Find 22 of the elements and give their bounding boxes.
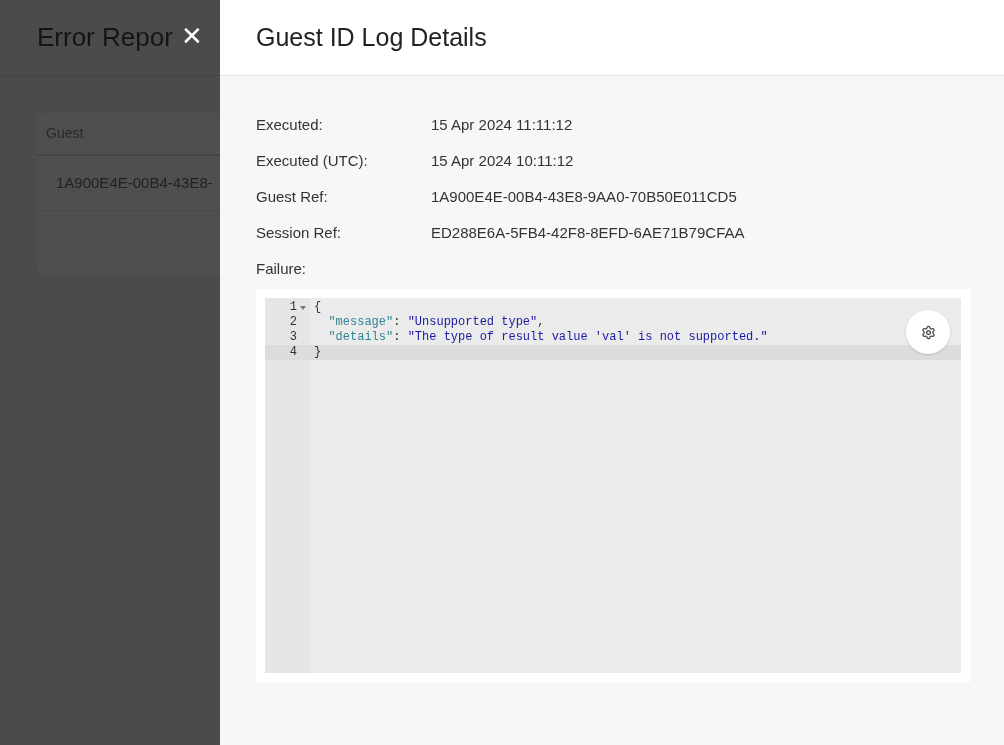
code-text: "message": "Unsupported type", bbox=[327, 315, 545, 330]
line-number: 1 bbox=[289, 300, 297, 315]
code-text: { bbox=[313, 300, 322, 315]
code-text: "details": "The type of result value 'val' is not supported." bbox=[327, 330, 768, 345]
line-number: 2 bbox=[289, 315, 297, 330]
field-label: Guest Ref: bbox=[256, 187, 329, 207]
field-value: ED288E6A-5FB4-42F8-8EFD-6AE71B79CFAA bbox=[431, 223, 745, 243]
failure-label: Failure: bbox=[256, 259, 308, 279]
field-value: 1A900E4E-00B4-43E8-9AA0-70B50E011CD5 bbox=[431, 187, 737, 207]
line-number: 4 bbox=[289, 345, 297, 360]
field-label: Session Ref: bbox=[256, 223, 343, 243]
field-label: Executed: bbox=[256, 115, 324, 135]
code-text: } bbox=[313, 345, 322, 360]
drawer-title: Guest ID Log Details bbox=[256, 21, 487, 53]
settings-button[interactable] bbox=[906, 310, 950, 354]
line-number: 3 bbox=[289, 330, 297, 345]
settings-icon bbox=[920, 324, 936, 340]
field-value: 15 Apr 2024 10:11:12 bbox=[431, 151, 574, 171]
field-label: Executed (UTC): bbox=[256, 151, 369, 171]
field-value: 15 Apr 2024 11:11:12 bbox=[431, 115, 573, 135]
fold-arrow-icon[interactable] bbox=[299, 304, 307, 311]
close-button[interactable]: ✕ bbox=[178, 20, 206, 52]
